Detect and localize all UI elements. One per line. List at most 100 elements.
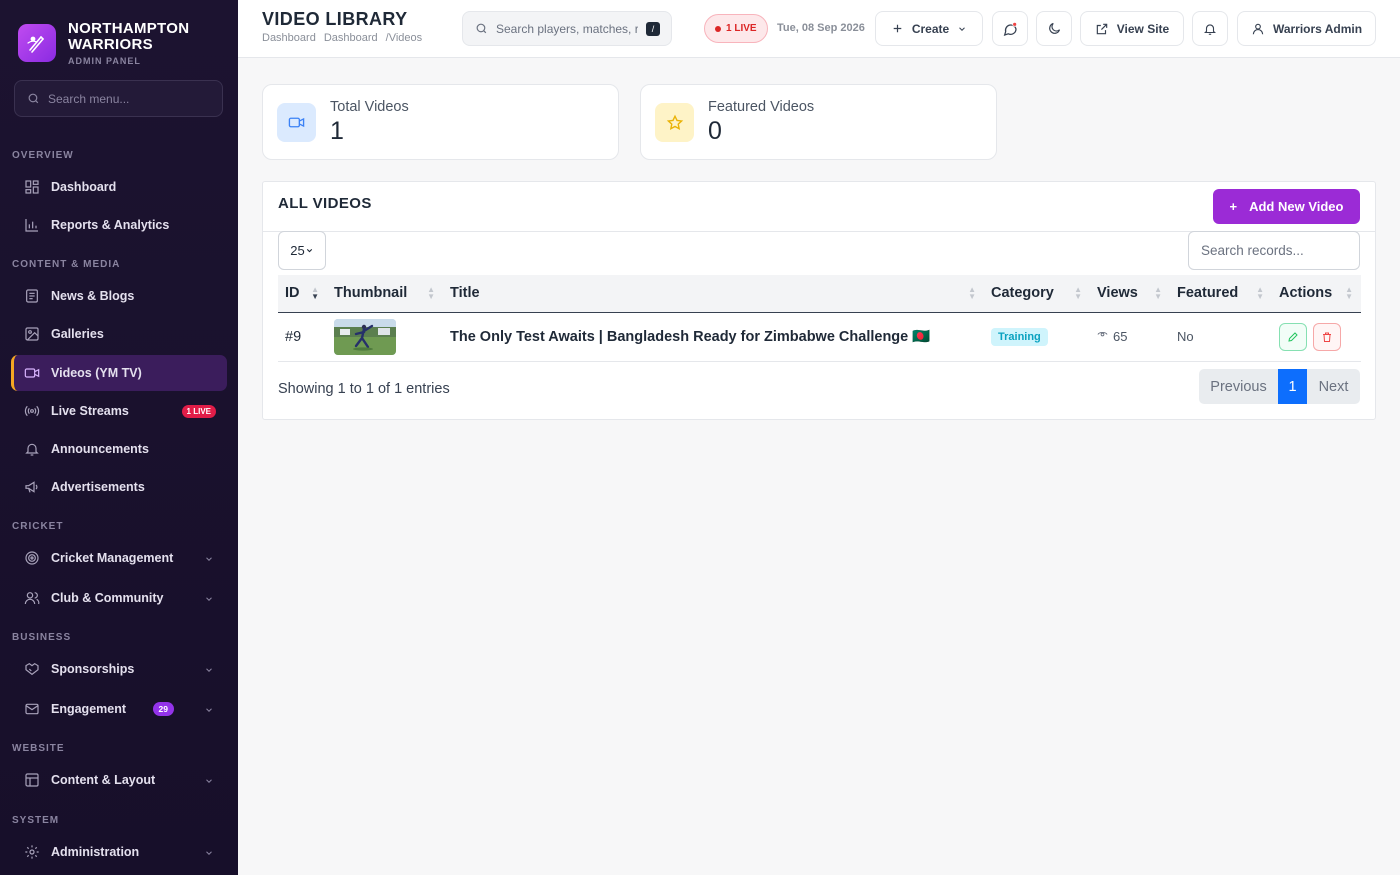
sidebar-item-cricket-management[interactable]: Cricket Management — [11, 540, 227, 576]
sort-icon: ▲ ▼ — [1074, 285, 1082, 301]
chevron-down-icon — [204, 664, 214, 678]
user-icon — [1251, 22, 1265, 36]
sidebar-item-label: Content & Layout — [51, 773, 156, 787]
moon-icon — [1047, 21, 1062, 36]
breadcrumb-item: /Videos — [385, 32, 423, 44]
breadcrumb: Dashboard Dashboard /Videos — [262, 32, 422, 44]
search-shortcut-key: / — [646, 22, 660, 36]
sidebar-item-videos[interactable]: Videos (YM TV) — [11, 355, 227, 391]
page-length-select[interactable]: 25 — [278, 231, 326, 270]
delete-button[interactable] — [1312, 322, 1341, 351]
star-icon — [655, 103, 694, 142]
section-label-cricket: CRICKET — [12, 521, 64, 532]
pagination-previous[interactable]: Previous — [1199, 369, 1278, 404]
sidebar-item-label: Reports & Analytics — [51, 218, 170, 232]
sidebar-item-engagement[interactable]: Engagement 29 — [11, 691, 227, 727]
create-button[interactable]: Create — [875, 11, 983, 46]
sort-icon: ▲ ▼ — [427, 285, 435, 301]
users-icon — [24, 590, 40, 606]
sidebar-item-announcements[interactable]: Announcements — [11, 431, 227, 467]
live-status-pill[interactable]: 1 LIVE — [704, 14, 768, 43]
breadcrumb-item[interactable]: Dashboard — [324, 32, 378, 44]
video-views-cell: 65 — [1090, 312, 1170, 361]
column-header-views[interactable]: Views ▲ ▼ — [1090, 275, 1170, 313]
notifications-button[interactable] — [1192, 11, 1228, 46]
chevron-down-icon — [204, 775, 214, 789]
user-menu-button[interactable]: Warriors Admin — [1237, 11, 1376, 46]
global-search: / — [462, 11, 672, 46]
sidebar-search-input[interactable] — [48, 91, 208, 106]
page-title: VIDEO LIBRARY — [262, 9, 408, 29]
column-header-thumbnail[interactable]: Thumbnail ▲ ▼ — [327, 275, 443, 313]
sidebar-item-sponsorships[interactable]: Sponsorships — [11, 651, 227, 687]
section-label-content: CONTENT & MEDIA — [12, 259, 121, 270]
page-length-value: 25 — [290, 243, 305, 258]
image-icon — [24, 326, 40, 342]
sidebar-item-label: Sponsorships — [51, 662, 135, 676]
theme-toggle-button[interactable] — [1036, 11, 1072, 46]
target-icon — [24, 550, 40, 566]
trash-icon — [1322, 332, 1331, 342]
sidebar-item-galleries[interactable]: Galleries — [11, 316, 227, 352]
sidebar-item-advertisements[interactable]: Advertisements — [11, 469, 227, 505]
pagination-page-current[interactable]: 1 — [1278, 369, 1307, 404]
stat-label: Total Videos — [330, 99, 409, 115]
sidebar-search — [14, 80, 223, 117]
sort-icon: ▲ ▼ — [1345, 285, 1353, 301]
column-header-category[interactable]: Category ▲ ▼ — [984, 275, 1090, 313]
sidebar-item-live-streams[interactable]: Live Streams 1 LIVE — [11, 393, 227, 429]
chevron-down-icon — [204, 553, 214, 567]
section-label-overview: OVERVIEW — [12, 150, 74, 161]
view-site-button[interactable]: View Site — [1080, 11, 1184, 46]
column-header-featured[interactable]: Featured ▲ ▼ — [1170, 275, 1272, 313]
bell-icon — [24, 441, 40, 457]
user-name: Warriors Admin — [1272, 21, 1363, 36]
video-id: #9 — [285, 328, 302, 345]
live-label: 1 LIVE — [726, 23, 757, 34]
sidebar-item-club-community[interactable]: Club & Community — [11, 580, 227, 616]
sidebar-item-label: Administration — [51, 845, 140, 859]
sidebar-item-label: Advertisements — [51, 480, 145, 494]
chat-bubble-icon — [1002, 21, 1018, 37]
edit-button[interactable] — [1279, 322, 1307, 351]
table-row: #9 The Only Test Awaits | Bangladesh Rea… — [278, 312, 1361, 361]
sidebar-item-label: Cricket Management — [51, 551, 174, 565]
newspaper-icon — [24, 288, 40, 304]
pagination-next[interactable]: Next — [1307, 369, 1360, 404]
external-link-icon — [1095, 22, 1109, 36]
stat-value: 0 — [708, 117, 722, 145]
broadcast-icon — [24, 403, 40, 419]
sidebar-item-administration[interactable]: Administration — [11, 834, 227, 870]
live-dot-icon — [715, 25, 721, 32]
column-header-id[interactable]: ID ▲ ▼ — [278, 275, 327, 313]
sidebar: NORTHAMPTON WARRIORS ADMIN PANEL OVERVIE… — [0, 0, 238, 875]
add-new-video-button[interactable]: + Add New Video — [1213, 189, 1360, 224]
brand[interactable]: NORTHAMPTON WARRIORS ADMIN PANEL — [0, 0, 238, 70]
records-search-input[interactable] — [1188, 231, 1360, 270]
chevron-down-icon — [306, 248, 312, 253]
category-badge: Training — [991, 327, 1048, 346]
column-header-actions[interactable]: Actions ▲ ▼ — [1272, 275, 1361, 313]
video-category-cell: Training — [984, 312, 1090, 361]
sidebar-item-label: Dashboard — [51, 180, 117, 194]
sidebar-item-reports[interactable]: Reports & Analytics — [11, 207, 227, 243]
video-thumbnail[interactable] — [334, 318, 396, 355]
breadcrumb-item[interactable]: Dashboard — [262, 32, 316, 44]
column-header-title[interactable]: Title ▲ ▼ — [443, 275, 984, 313]
topbar: VIDEO LIBRARY Dashboard Dashboard /Video… — [238, 0, 1400, 58]
megaphone-icon — [24, 479, 40, 495]
video-title[interactable]: The Only Test Awaits | Bangladesh Ready … — [443, 312, 984, 361]
sidebar-item-news[interactable]: News & Blogs — [11, 278, 227, 314]
messages-button[interactable] — [992, 11, 1028, 46]
video-thumbnail-cell — [327, 312, 443, 361]
layout-icon — [24, 772, 40, 788]
sidebar-item-label: Live Streams — [51, 404, 129, 418]
pagination: Previous 1 Next — [1199, 369, 1360, 404]
sidebar-item-content-layout[interactable]: Content & Layout — [11, 762, 227, 798]
stat-card-featured-videos: Featured Videos 0 — [640, 84, 997, 160]
sidebar-item-dashboard[interactable]: Dashboard — [11, 169, 227, 205]
sidebar-item-label: Engagement — [51, 702, 127, 716]
global-search-input[interactable] — [496, 21, 638, 36]
video-featured: No — [1177, 329, 1194, 344]
pencil-icon — [1288, 331, 1298, 342]
